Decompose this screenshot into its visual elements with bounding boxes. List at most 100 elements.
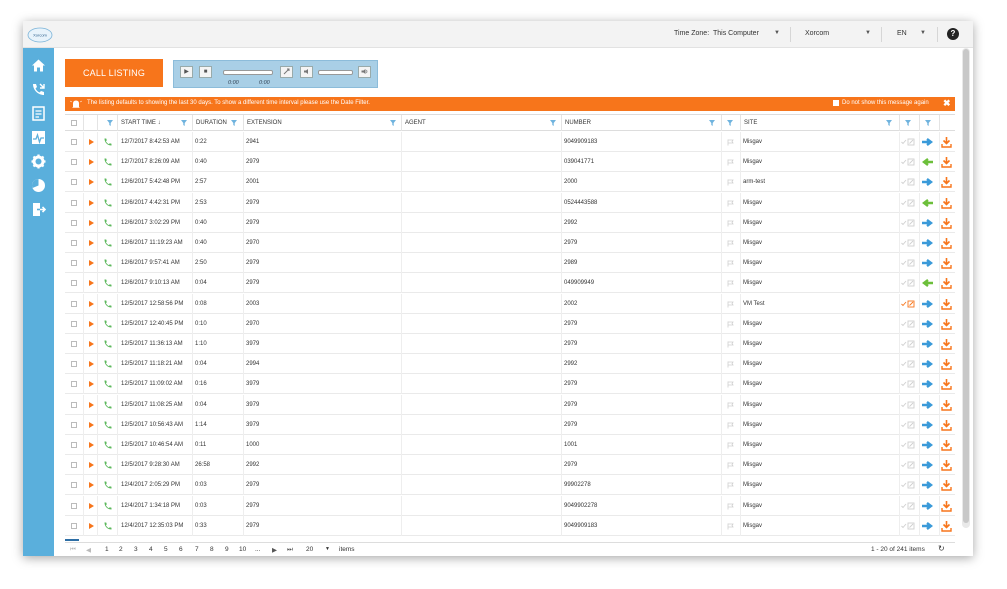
flag-icon[interactable]	[727, 159, 734, 166]
note-icon[interactable]	[901, 259, 915, 267]
flag-icon[interactable]	[727, 260, 734, 267]
download-icon[interactable]	[941, 217, 952, 229]
flag-icon[interactable]	[727, 139, 734, 146]
filter-icon[interactable]	[390, 120, 396, 126]
play-icon[interactable]	[89, 300, 94, 307]
call-listing-button[interactable]: CALL LISTING	[65, 59, 163, 87]
row-checkbox[interactable]	[71, 139, 77, 145]
filter-icon[interactable]	[709, 120, 715, 126]
download-icon[interactable]	[941, 318, 952, 330]
table-row[interactable]: 12/5/2017 9:28:30 AM 26:58 2992 2979 Misgav	[65, 455, 955, 476]
note-icon[interactable]	[901, 300, 915, 308]
gear-icon[interactable]	[30, 153, 47, 170]
table-row[interactable]: 12/5/2017 11:09:02 AM 0:16 3979 2979 Misgav	[65, 374, 955, 395]
note-icon[interactable]	[901, 401, 915, 409]
row-checkbox[interactable]	[71, 179, 77, 186]
flag-icon[interactable]	[727, 381, 734, 388]
flag-icon[interactable]	[727, 361, 734, 368]
next-page-button[interactable]: ▶	[272, 546, 277, 554]
page-number[interactable]: 4	[149, 546, 153, 553]
row-checkbox[interactable]	[71, 502, 77, 509]
row-checkbox[interactable]	[71, 280, 77, 287]
table-row[interactable]: 12/6/2017 5:42:48 PM 2:57 2001 2000 arm-test	[65, 172, 955, 193]
flag-icon[interactable]	[727, 503, 734, 510]
row-checkbox[interactable]	[71, 260, 77, 267]
play-icon[interactable]	[89, 482, 94, 489]
download-icon[interactable]	[941, 439, 952, 451]
table-row[interactable]: 12/6/2017 9:57:41 AM 2:50 2979 2989 Misgav	[65, 253, 955, 274]
row-checkbox[interactable]	[71, 219, 77, 226]
note-icon[interactable]	[901, 481, 915, 489]
flag-icon[interactable]	[727, 321, 734, 328]
seek-slider[interactable]	[223, 70, 273, 75]
play-icon[interactable]	[89, 341, 94, 347]
chevron-down-icon[interactable]: ▼	[774, 30, 780, 36]
play-icon[interactable]	[89, 179, 94, 186]
row-checkbox[interactable]	[71, 462, 77, 469]
stop-button[interactable]: ■	[199, 66, 212, 78]
flag-icon[interactable]	[727, 280, 734, 287]
page-number[interactable]: 10	[239, 546, 246, 553]
help-button[interactable]: ?	[947, 28, 959, 40]
table-row[interactable]: 12/5/2017 11:36:13 AM 1:10 3979 2979 Misgav	[65, 334, 955, 354]
note-icon[interactable]	[901, 461, 915, 469]
page-number[interactable]: 5	[164, 546, 168, 553]
note-icon[interactable]	[901, 522, 915, 530]
filter-icon[interactable]	[231, 120, 237, 126]
table-row[interactable]: 12/5/2017 10:56:43 AM 1:14 3979 2979 Misgav	[65, 414, 955, 435]
flag-icon[interactable]	[727, 220, 734, 227]
play-icon[interactable]	[89, 159, 94, 166]
filter-icon[interactable]	[905, 120, 911, 126]
table-row[interactable]: 12/4/2017 1:34:18 PM 0:03 2979 9049902278 Mi…	[65, 495, 955, 516]
prev-page-button[interactable]: ◀	[86, 546, 91, 554]
table-row[interactable]: 12/5/2017 12:58:56 PM 0:08 2003 2002 VM Test	[65, 293, 955, 314]
play-icon[interactable]	[89, 280, 94, 287]
download-icon[interactable]	[941, 358, 952, 370]
download-icon[interactable]	[941, 257, 952, 269]
download-icon[interactable]	[941, 500, 952, 512]
download-icon[interactable]	[941, 237, 952, 249]
flag-icon[interactable]	[727, 422, 734, 429]
download-icon[interactable]	[941, 298, 952, 310]
page-size-select[interactable]: 20	[306, 546, 313, 553]
header-agent[interactable]: AGENT	[401, 115, 561, 131]
page-number[interactable]: 3	[134, 546, 138, 553]
dont-show-checkbox[interactable]	[833, 100, 839, 106]
flag-icon[interactable]	[727, 402, 734, 409]
download-icon[interactable]	[941, 419, 952, 431]
download-icon[interactable]	[941, 338, 952, 350]
note-icon[interactable]	[901, 320, 915, 328]
note-icon[interactable]	[901, 219, 915, 227]
note-icon[interactable]	[901, 380, 915, 388]
table-row[interactable]: 12/5/2017 12:40:45 PM 0:10 2970 2979 Misgav	[65, 313, 955, 334]
scrollbar[interactable]	[962, 48, 970, 528]
play-icon[interactable]	[89, 462, 94, 469]
row-checkbox[interactable]	[71, 361, 77, 368]
flag-icon[interactable]	[727, 482, 734, 489]
download-icon[interactable]	[941, 277, 952, 290]
table-row[interactable]: 12/6/2017 4:42:31 PM 2:53 2979 0524443588 Mi…	[65, 192, 955, 213]
monitor-icon[interactable]	[30, 129, 47, 146]
table-row[interactable]: 12/5/2017 10:46:54 AM 0:11 1000 1001 Misgav	[65, 435, 955, 455]
row-checkbox[interactable]	[71, 482, 77, 489]
mute-button[interactable]	[300, 66, 313, 78]
filter-icon[interactable]	[107, 120, 113, 126]
table-row[interactable]: 12/5/2017 11:08:25 AM 0:04 3979 2979 Misgav	[65, 394, 955, 415]
table-row[interactable]: 12/4/2017 12:35:03 PM 0:33 2979 9049909183 M…	[65, 515, 955, 536]
table-row[interactable]: 12/6/2017 3:02:29 PM 0:40 2979 2992 Misgav	[65, 212, 955, 233]
page-number[interactable]: 2	[119, 546, 123, 553]
flag-icon[interactable]	[727, 523, 734, 530]
note-icon[interactable]	[901, 199, 915, 207]
phone-icon[interactable]	[30, 81, 47, 98]
play-icon[interactable]	[89, 502, 94, 509]
table-row[interactable]: 12/4/2017 2:05:29 PM 0:03 2979 99902278 Misg…	[65, 475, 955, 496]
row-checkbox[interactable]	[71, 522, 77, 529]
download-icon[interactable]	[941, 156, 952, 168]
play-icon[interactable]	[89, 260, 94, 267]
chevron-down-icon[interactable]: ▼	[325, 546, 330, 552]
flag-icon[interactable]	[727, 442, 734, 449]
page-number[interactable]: 1	[105, 546, 109, 553]
first-page-button[interactable]: ⏮	[70, 546, 76, 554]
close-icon[interactable]: ✖	[943, 98, 951, 109]
language-select[interactable]: EN	[897, 30, 907, 37]
